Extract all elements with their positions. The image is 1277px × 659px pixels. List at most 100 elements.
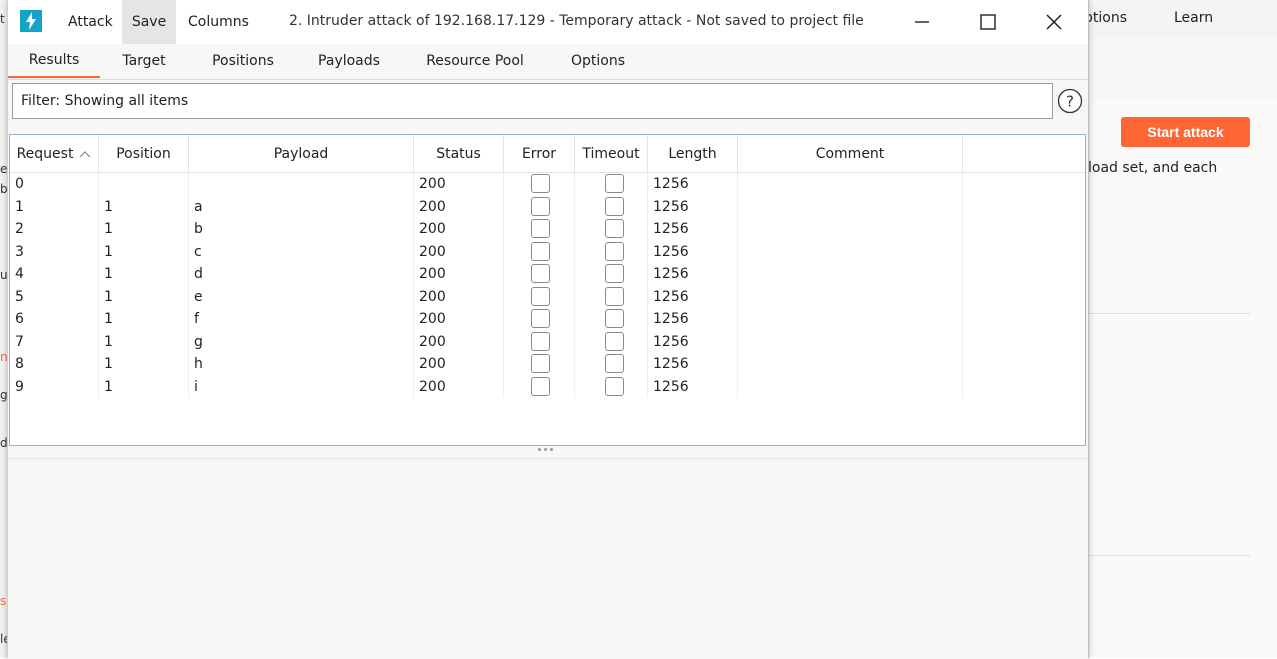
title-bar[interactable]: Attack Save Columns 2. Intruder attack o… bbox=[8, 0, 1088, 44]
menu-columns[interactable]: Columns bbox=[180, 0, 257, 44]
background-menubar: ptions Learn bbox=[1084, 0, 1277, 39]
cell-error bbox=[504, 308, 575, 331]
tab-bar: Results Target Positions Payloads Resour… bbox=[8, 44, 1088, 80]
request-response-pane bbox=[8, 458, 1088, 659]
error-checkbox[interactable] bbox=[531, 331, 550, 351]
timeout-checkbox[interactable] bbox=[605, 196, 624, 216]
timeout-checkbox[interactable] bbox=[605, 286, 624, 306]
timeout-checkbox[interactable] bbox=[605, 331, 624, 351]
tab-options[interactable]: Options bbox=[562, 44, 634, 78]
cell-status: 200 bbox=[414, 240, 504, 263]
burp-lightning-icon bbox=[20, 10, 42, 32]
error-checkbox[interactable] bbox=[531, 354, 550, 373]
cell-comment bbox=[738, 240, 963, 263]
table-row[interactable]: 0 200 1256 bbox=[10, 173, 1085, 196]
cell-error bbox=[504, 375, 575, 398]
filter-bar[interactable]: Filter: Showing all items bbox=[12, 83, 1053, 119]
cell-timeout bbox=[575, 375, 648, 398]
tab-positions[interactable]: Positions bbox=[204, 44, 282, 78]
cell-comment bbox=[738, 263, 963, 286]
timeout-checkbox[interactable] bbox=[605, 376, 624, 396]
table-row[interactable]: 6 1 f 200 1256 bbox=[10, 308, 1085, 331]
menu-attack[interactable]: Attack bbox=[60, 0, 121, 44]
close-icon bbox=[1046, 14, 1062, 30]
help-icon[interactable]: ? bbox=[1057, 88, 1083, 114]
cell-position bbox=[99, 173, 189, 196]
column-header-error[interactable]: Error bbox=[504, 135, 575, 172]
timeout-checkbox[interactable] bbox=[605, 354, 624, 373]
error-checkbox[interactable] bbox=[531, 219, 550, 238]
menu-save[interactable]: Save bbox=[122, 0, 176, 44]
cell-request: 4 bbox=[10, 263, 99, 286]
maximize-button[interactable] bbox=[958, 0, 1018, 44]
column-header-filler bbox=[963, 135, 1085, 172]
cell-length: 1256 bbox=[648, 263, 738, 286]
cell-timeout bbox=[575, 330, 648, 353]
error-checkbox[interactable] bbox=[531, 309, 550, 328]
background-menu-options[interactable]: ptions bbox=[1084, 10, 1127, 26]
cell-status: 200 bbox=[414, 330, 504, 353]
error-checkbox[interactable] bbox=[531, 241, 550, 261]
column-header-comment[interactable]: Comment bbox=[738, 135, 963, 172]
cell-timeout bbox=[575, 263, 648, 286]
column-header-position[interactable]: Position bbox=[99, 135, 189, 172]
tab-payloads[interactable]: Payloads bbox=[310, 44, 388, 78]
cell-comment bbox=[738, 375, 963, 398]
cell-request: 7 bbox=[10, 330, 99, 353]
cell-comment bbox=[738, 330, 963, 353]
cell-timeout bbox=[575, 195, 648, 218]
cell-status: 200 bbox=[414, 285, 504, 308]
table-row[interactable]: 1 1 a 200 1256 bbox=[10, 195, 1085, 218]
cell-payload: h bbox=[189, 353, 414, 376]
timeout-checkbox[interactable] bbox=[605, 309, 624, 328]
cell-error bbox=[504, 353, 575, 376]
cell-timeout bbox=[575, 285, 648, 308]
minimize-button[interactable] bbox=[892, 0, 952, 44]
timeout-checkbox[interactable] bbox=[605, 174, 624, 193]
error-checkbox[interactable] bbox=[531, 174, 550, 193]
error-checkbox[interactable] bbox=[531, 264, 550, 283]
cell-payload: c bbox=[189, 240, 414, 263]
timeout-checkbox[interactable] bbox=[605, 241, 624, 261]
tab-results[interactable]: Results bbox=[8, 44, 100, 78]
maximize-icon bbox=[980, 14, 996, 30]
start-attack-button[interactable]: Start attack bbox=[1121, 117, 1250, 147]
timeout-checkbox[interactable] bbox=[605, 264, 624, 283]
timeout-checkbox[interactable] bbox=[605, 219, 624, 238]
error-checkbox[interactable] bbox=[531, 196, 550, 216]
cell-status: 200 bbox=[414, 353, 504, 376]
table-row[interactable]: 5 1 e 200 1256 bbox=[10, 285, 1085, 308]
cell-error bbox=[504, 195, 575, 218]
table-row[interactable]: 8 1 h 200 1256 bbox=[10, 353, 1085, 376]
table-row[interactable]: 4 1 d 200 1256 bbox=[10, 263, 1085, 286]
column-header-payload[interactable]: Payload bbox=[189, 135, 414, 172]
background-description: load set, and each bbox=[1088, 160, 1218, 176]
table-row[interactable]: 7 1 g 200 1256 bbox=[10, 330, 1085, 353]
cell-position: 1 bbox=[99, 353, 189, 376]
background-left-strip: t e b u n g d s le bbox=[0, 0, 7, 658]
table-row[interactable]: 3 1 c 200 1256 bbox=[10, 240, 1085, 263]
table-row[interactable]: 2 1 b 200 1256 bbox=[10, 218, 1085, 241]
column-header-timeout[interactable]: Timeout bbox=[575, 135, 648, 172]
tab-resource-pool[interactable]: Resource Pool bbox=[418, 44, 532, 78]
cell-length: 1256 bbox=[648, 308, 738, 331]
cell-length: 1256 bbox=[648, 330, 738, 353]
column-header-request[interactable]: Request bbox=[10, 135, 99, 172]
column-header-length[interactable]: Length bbox=[648, 135, 738, 172]
cell-length: 1256 bbox=[648, 218, 738, 241]
column-header-status[interactable]: Status bbox=[414, 135, 504, 172]
cell-position: 1 bbox=[99, 263, 189, 286]
tab-target[interactable]: Target bbox=[110, 44, 178, 78]
close-button[interactable] bbox=[1024, 0, 1084, 44]
error-checkbox[interactable] bbox=[531, 286, 550, 306]
background-menu-learn[interactable]: Learn bbox=[1174, 10, 1213, 26]
split-pane-divider-handle[interactable] bbox=[538, 448, 558, 454]
cell-status: 200 bbox=[414, 263, 504, 286]
minimize-icon bbox=[915, 21, 929, 23]
cell-status: 200 bbox=[414, 218, 504, 241]
table-row[interactable]: 9 1 i 200 1256 bbox=[10, 375, 1085, 398]
error-checkbox[interactable] bbox=[531, 376, 550, 396]
cell-payload: e bbox=[189, 285, 414, 308]
cell-length: 1256 bbox=[648, 375, 738, 398]
cell-length: 1256 bbox=[648, 240, 738, 263]
